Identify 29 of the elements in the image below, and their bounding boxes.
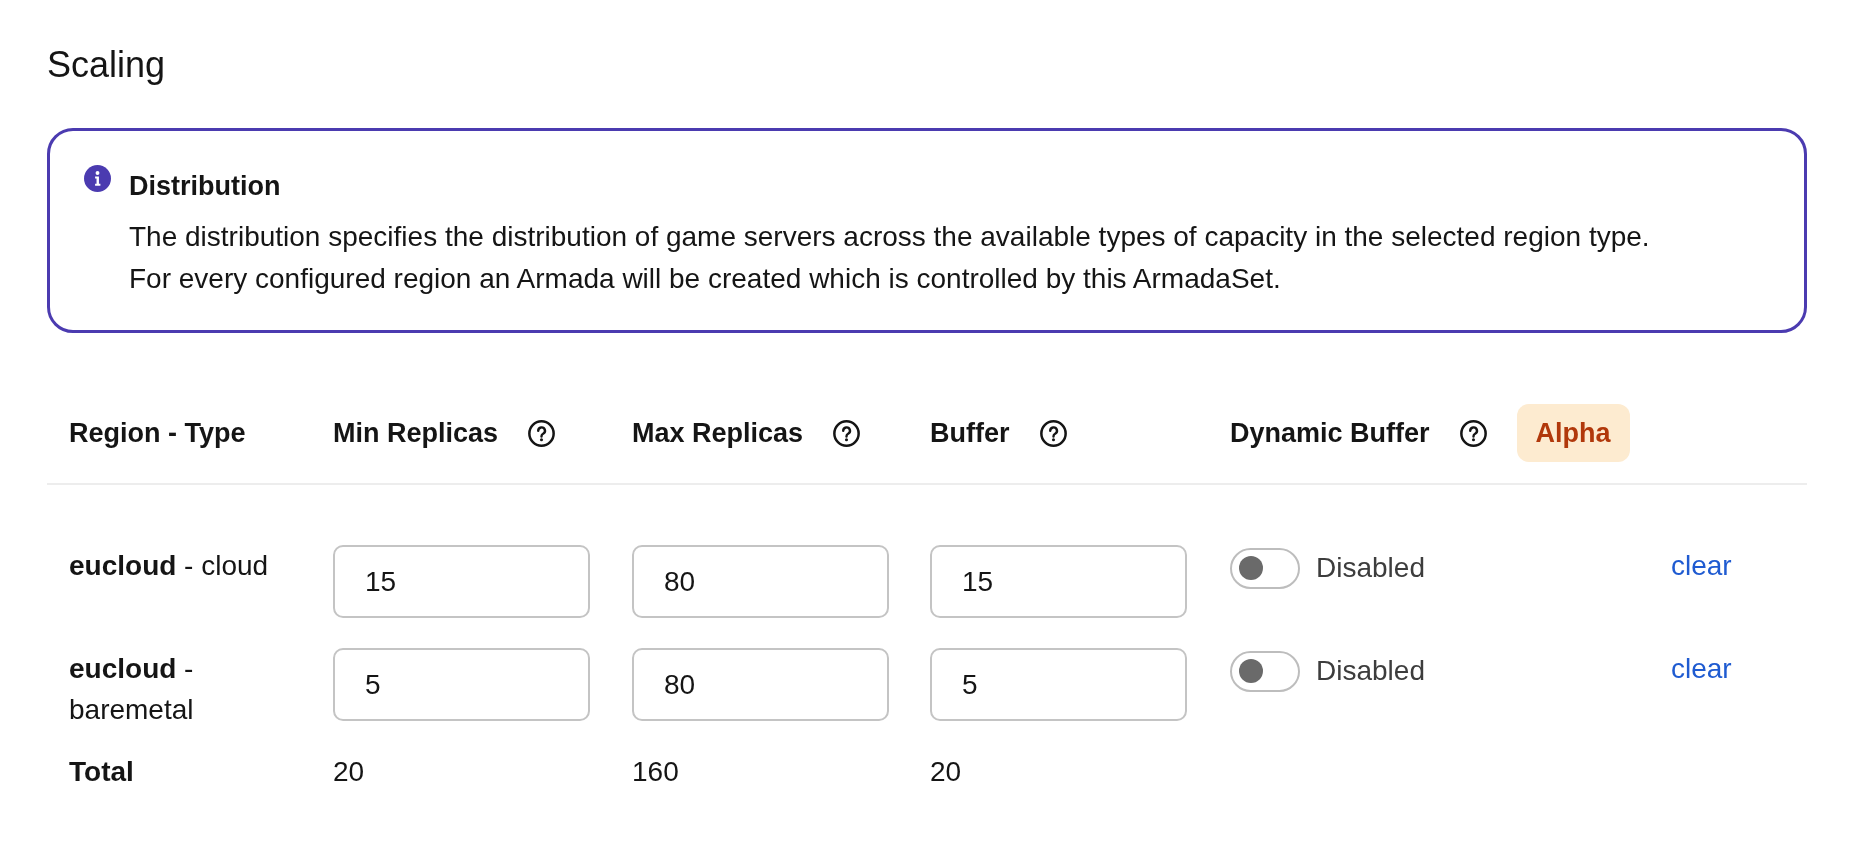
number-input[interactable]: 80	[632, 545, 889, 618]
clear-link[interactable]: clear	[1671, 550, 1732, 581]
number-input[interactable]: 15	[930, 545, 1187, 618]
region-type-label: eucloud - cloud	[69, 549, 270, 583]
total-value: 160	[632, 755, 680, 789]
number-input[interactable]: 5	[333, 648, 590, 721]
column-header: Buffer	[930, 417, 1010, 450]
column-header: Max Replicas	[632, 417, 804, 450]
column-header: Dynamic Buffer	[1230, 417, 1430, 450]
status-badge: Alpha	[1516, 404, 1630, 462]
section-title: Scaling	[47, 45, 167, 85]
toggle-label: Disabled	[1316, 552, 1425, 584]
alert-text: The distribution specifies the distribution of game servers across the available types of capacity in the selected region type.	[129, 220, 1650, 254]
region-type-label: eucloud - baremetal	[69, 652, 195, 727]
toggle-label: Disabled	[1316, 655, 1425, 687]
column-header: Min Replicas	[333, 417, 499, 450]
alert-text: For every configured region an Armada will be created which is controlled by this ArmadaSet.	[129, 262, 1282, 296]
toggle-switch[interactable]	[1230, 547, 1300, 589]
column-header: Region - Type	[69, 417, 246, 450]
alert-title: Distribution	[129, 170, 282, 203]
total-value: 20	[333, 755, 366, 789]
total-value: 20	[930, 755, 963, 789]
clear-link[interactable]: clear	[1671, 653, 1732, 684]
toggle-switch[interactable]	[1230, 650, 1300, 692]
number-input[interactable]: 80	[632, 648, 889, 721]
number-input[interactable]: 5	[930, 648, 1187, 721]
total-label: Total	[69, 755, 135, 789]
number-input[interactable]: 15	[333, 545, 590, 618]
info-icon	[84, 165, 111, 192]
